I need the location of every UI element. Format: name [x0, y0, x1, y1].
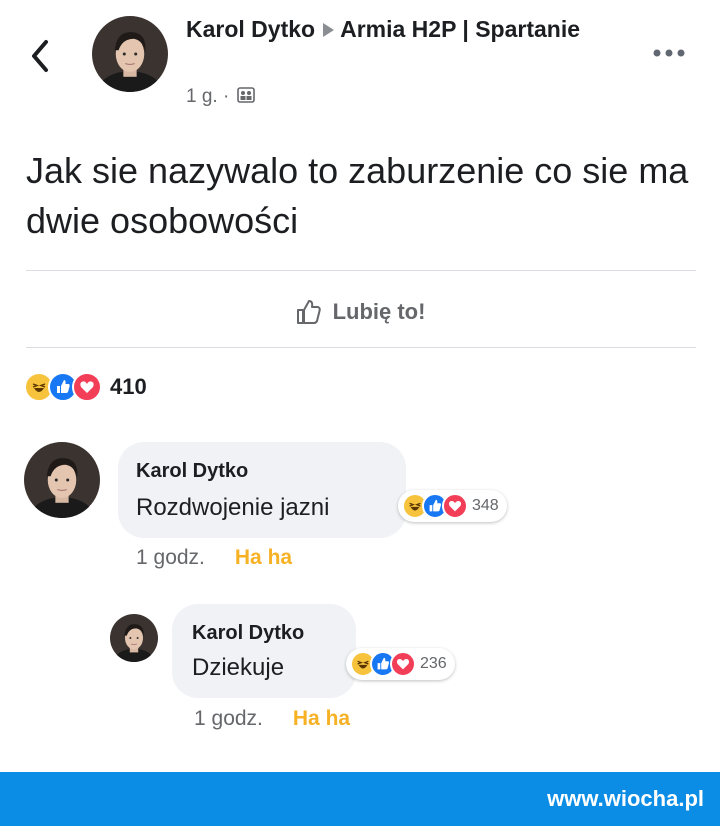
reactions-summary[interactable]: 410 — [24, 370, 147, 404]
love-reaction-icon — [442, 493, 468, 519]
author-name[interactable]: Karol Dytko — [186, 16, 315, 42]
comment-bubble: Karol Dytko Rozdwojenie jazni — [118, 442, 406, 538]
post-text: Jak sie nazywalo to zaburzenie co sie ma… — [26, 150, 689, 241]
more-dots-icon — [653, 49, 685, 57]
comment-reaction-count: 348 — [472, 497, 499, 514]
reply-reaction-label[interactable]: Ha ha — [293, 707, 350, 730]
group-audience-icon — [236, 87, 255, 103]
post-author-line: Karol Dytko Armia H2P | Spartanie — [186, 14, 606, 44]
comment-reactions[interactable]: 348 — [398, 490, 507, 522]
reply-time[interactable]: 1 godz. — [194, 707, 263, 730]
reply-reactions[interactable]: 236 — [346, 648, 455, 680]
watermark-bar: www.wiocha.pl — [0, 772, 720, 826]
love-reaction-icon — [72, 372, 102, 402]
comment-time[interactable]: 1 godz. — [136, 546, 205, 569]
divider — [26, 270, 696, 271]
back-button[interactable] — [28, 30, 64, 78]
comment-reaction-label[interactable]: Ha ha — [235, 546, 292, 569]
reply-text: Dziekuje — [192, 654, 285, 681]
group-name[interactable]: Armia H2P | Spartanie — [340, 16, 580, 42]
like-label: Lubię to! — [332, 299, 426, 324]
arrow-right-icon — [323, 22, 335, 37]
comment-actions: 1 godz. Ha ha — [136, 546, 292, 570]
reply-avatar[interactable] — [110, 614, 158, 662]
love-reaction-icon — [390, 651, 416, 677]
divider — [26, 347, 696, 348]
post-meta: 1 g. · — [186, 86, 255, 108]
comment-text: Rozdwojenie jazni — [136, 494, 330, 521]
author-avatar[interactable] — [92, 16, 168, 92]
thumbs-up-outline-icon — [296, 300, 321, 324]
reactions-count: 410 — [110, 374, 147, 399]
reply-author[interactable]: Karol Dytko — [192, 622, 304, 645]
reply-actions: 1 godz. Ha ha — [194, 707, 350, 731]
chevron-left-icon — [32, 40, 48, 72]
watermark-text: www.wiocha.pl — [547, 786, 704, 811]
reply-bubble: Karol Dytko Dziekuje — [172, 604, 356, 698]
comment-avatar[interactable] — [24, 442, 100, 518]
like-button[interactable]: Lubię to! — [0, 280, 720, 344]
comment-author[interactable]: Karol Dytko — [136, 460, 248, 483]
reply-reaction-count: 236 — [420, 655, 447, 672]
more-options-button[interactable] — [652, 32, 686, 66]
post-time[interactable]: 1 g. · — [186, 86, 229, 107]
